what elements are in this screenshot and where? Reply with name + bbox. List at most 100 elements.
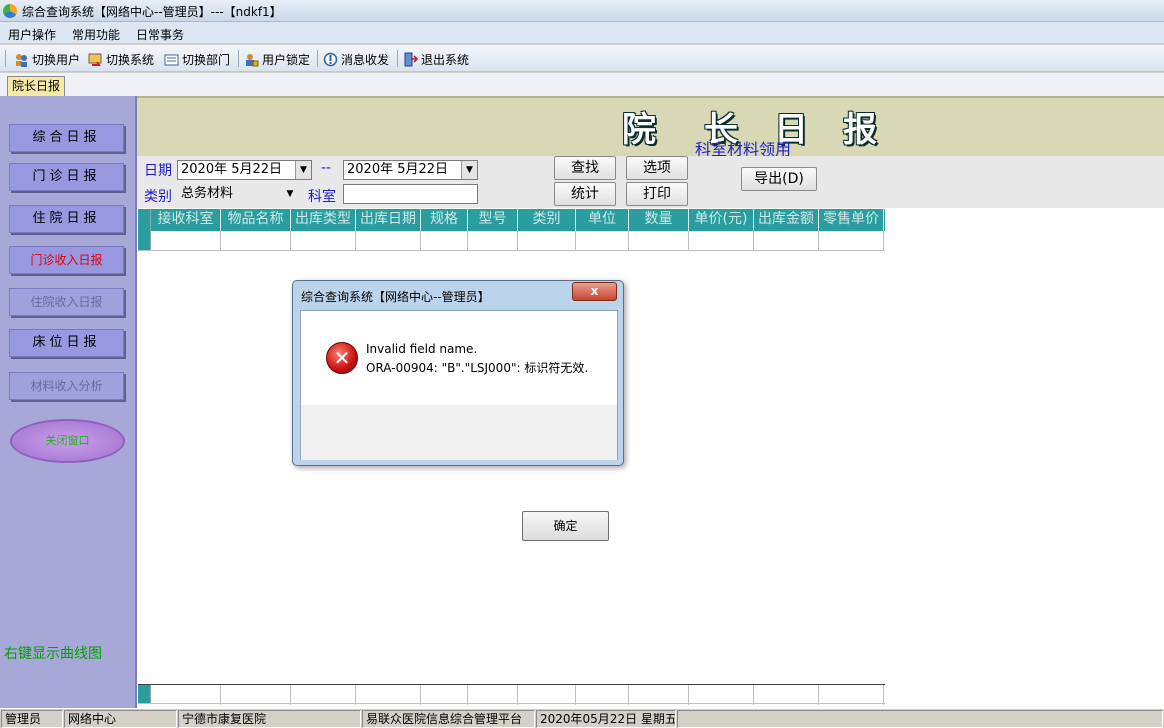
table-row[interactable] [138,231,885,251]
table-cell[interactable] [689,231,754,251]
grid-corner [138,209,151,231]
footer-cell [518,685,576,705]
chevron-down-icon[interactable]: ▼ [461,161,477,179]
row-header[interactable] [138,231,151,250]
sidebar-inpatient-income-button[interactable]: 住院收入日报 [9,288,124,316]
switch-system-icon [88,52,103,67]
close-window-button[interactable]: 关闭窗口 [10,419,125,463]
column-header[interactable]: 出库日期 [356,209,421,231]
switch-system-button[interactable]: 切换系统 [88,49,154,69]
sidebar-material-income-button[interactable]: 材料收入分析 [9,372,124,400]
date-range-separator: -- [321,160,332,176]
sidebar-outpatient-income-button[interactable]: 门诊收入日报 [9,246,124,274]
chevron-down-icon[interactable]: ▼ [282,185,298,203]
column-header[interactable]: 型号 [468,209,518,231]
category-value: 总务材料 [181,186,234,201]
options-button[interactable]: 选项 [626,156,688,180]
department-input[interactable] [343,184,478,204]
menu-daily-affairs[interactable]: 日常事务 [136,26,184,43]
table-cell[interactable] [754,231,819,251]
lock-user-label: 用户锁定 [262,52,311,67]
menu-bar: 用户操作 常用功能 日常事务 [0,22,1164,44]
footer-cell [291,685,356,705]
switch-user-label: 切换用户 [32,52,81,67]
search-button[interactable]: 查找 [554,156,616,180]
footer-cell [819,685,884,705]
column-header[interactable]: 数量 [629,209,689,231]
table-cell[interactable] [518,231,576,251]
error-message-line1: Invalid field name. [366,342,478,356]
category-select[interactable]: 总务材料 ▼ [177,184,299,204]
date-from-picker[interactable]: 2020年 5月22日 ▼ [177,160,312,180]
switch-system-label: 切换系统 [106,52,155,67]
messages-button[interactable]: 消息收发 [323,49,389,69]
table-cell[interactable] [421,231,468,251]
column-header[interactable]: 零售单价 [819,209,884,231]
sidebar-inpatient-daily-button[interactable]: 住院日报 [9,205,124,233]
toolbar-separator [397,50,398,67]
footer-cell [356,685,421,705]
column-header[interactable]: 规格 [421,209,468,231]
chevron-down-icon[interactable]: ▼ [295,161,311,179]
footer-cell [689,685,754,705]
column-header[interactable]: 单位 [576,209,629,231]
statistics-button[interactable]: 统计 [554,182,616,206]
column-header[interactable]: 出库金额 [754,209,819,231]
tab-strip: 院长日报 [0,73,1164,96]
switch-user-button[interactable]: 切换用户 [14,49,80,69]
footer-cell [421,685,468,705]
report-header: 院 长 日 报 科室材料领用 [137,96,1164,159]
table-cell[interactable] [356,231,421,251]
sidebar-outpatient-daily-button[interactable]: 门诊日报 [9,163,124,191]
column-header[interactable]: 接收科室 [151,209,221,231]
table-cell[interactable] [819,231,884,251]
error-icon: ✕ [326,342,358,374]
sidebar-bed-daily-button[interactable]: 床位日报 [9,329,124,357]
menu-user-ops[interactable]: 用户操作 [8,26,56,43]
footer-cell [151,685,221,705]
table-cell[interactable] [576,231,629,251]
table-cell[interactable] [468,231,518,251]
date-from-value: 2020年 5月22日 [181,162,283,177]
status-empty [677,710,1163,728]
status-bar: 管理员 网络中心 宁德市康复医院 易联众医院信息综合管理平台 2020年05月2… [0,708,1164,728]
date-to-value: 2020年 5月22日 [347,162,449,177]
window-title: 综合查询系统【网络中心--管理员】---【ndkf1】 [22,5,282,19]
ok-button[interactable]: 确定 [522,511,609,541]
app-logo-icon [3,4,17,18]
tab-dean-daily-report[interactable]: 院长日报 [7,76,66,96]
dialog-footer: 确定 [301,405,617,541]
column-header[interactable]: 单价(元) [689,209,754,231]
lock-user-button[interactable]: 用户锁定 [244,49,310,69]
date-to-picker[interactable]: 2020年 5月22日 ▼ [343,160,478,180]
column-header[interactable]: 出库类型 [291,209,356,231]
exit-icon [403,52,418,67]
switch-department-label: 切换部门 [182,52,231,67]
exit-system-button[interactable]: 退出系统 [403,49,469,69]
table-cell[interactable] [291,231,356,251]
menu-common-functions[interactable]: 常用功能 [72,26,120,43]
error-dialog: 综合查询系统【网络中心--管理员】 x ✕ Invalid field name… [292,280,624,541]
print-button[interactable]: 打印 [626,182,688,206]
status-user: 管理员 [1,710,63,728]
switch-department-button[interactable]: 切换部门 [164,49,230,69]
category-label: 类别 [144,189,172,205]
column-header[interactable]: 类别 [518,209,576,231]
dialog-close-button[interactable]: x [572,282,617,301]
footer-cell [468,685,518,705]
sidebar-comprehensive-daily-button[interactable]: 综合日报 [9,124,124,152]
department-icon [164,52,179,67]
table-cell[interactable] [221,231,291,251]
status-department: 网络中心 [64,710,177,728]
date-label: 日期 [144,163,172,179]
users-icon [14,52,29,67]
column-header[interactable]: 物品名称 [221,209,291,231]
table-cell[interactable] [151,231,221,251]
table-cell[interactable] [629,231,689,251]
toolbar-separator [238,50,239,67]
export-button[interactable]: 导出(D) [741,167,817,191]
status-date: 2020年05月22日 星期五 [536,710,676,728]
sidebar: 综合日报 门诊日报 住院日报 门诊收入日报 住院收入日报 床位日报 材料收入分析… [0,96,137,708]
toolbar-separator [317,50,318,67]
toolbar-grip [5,50,6,67]
